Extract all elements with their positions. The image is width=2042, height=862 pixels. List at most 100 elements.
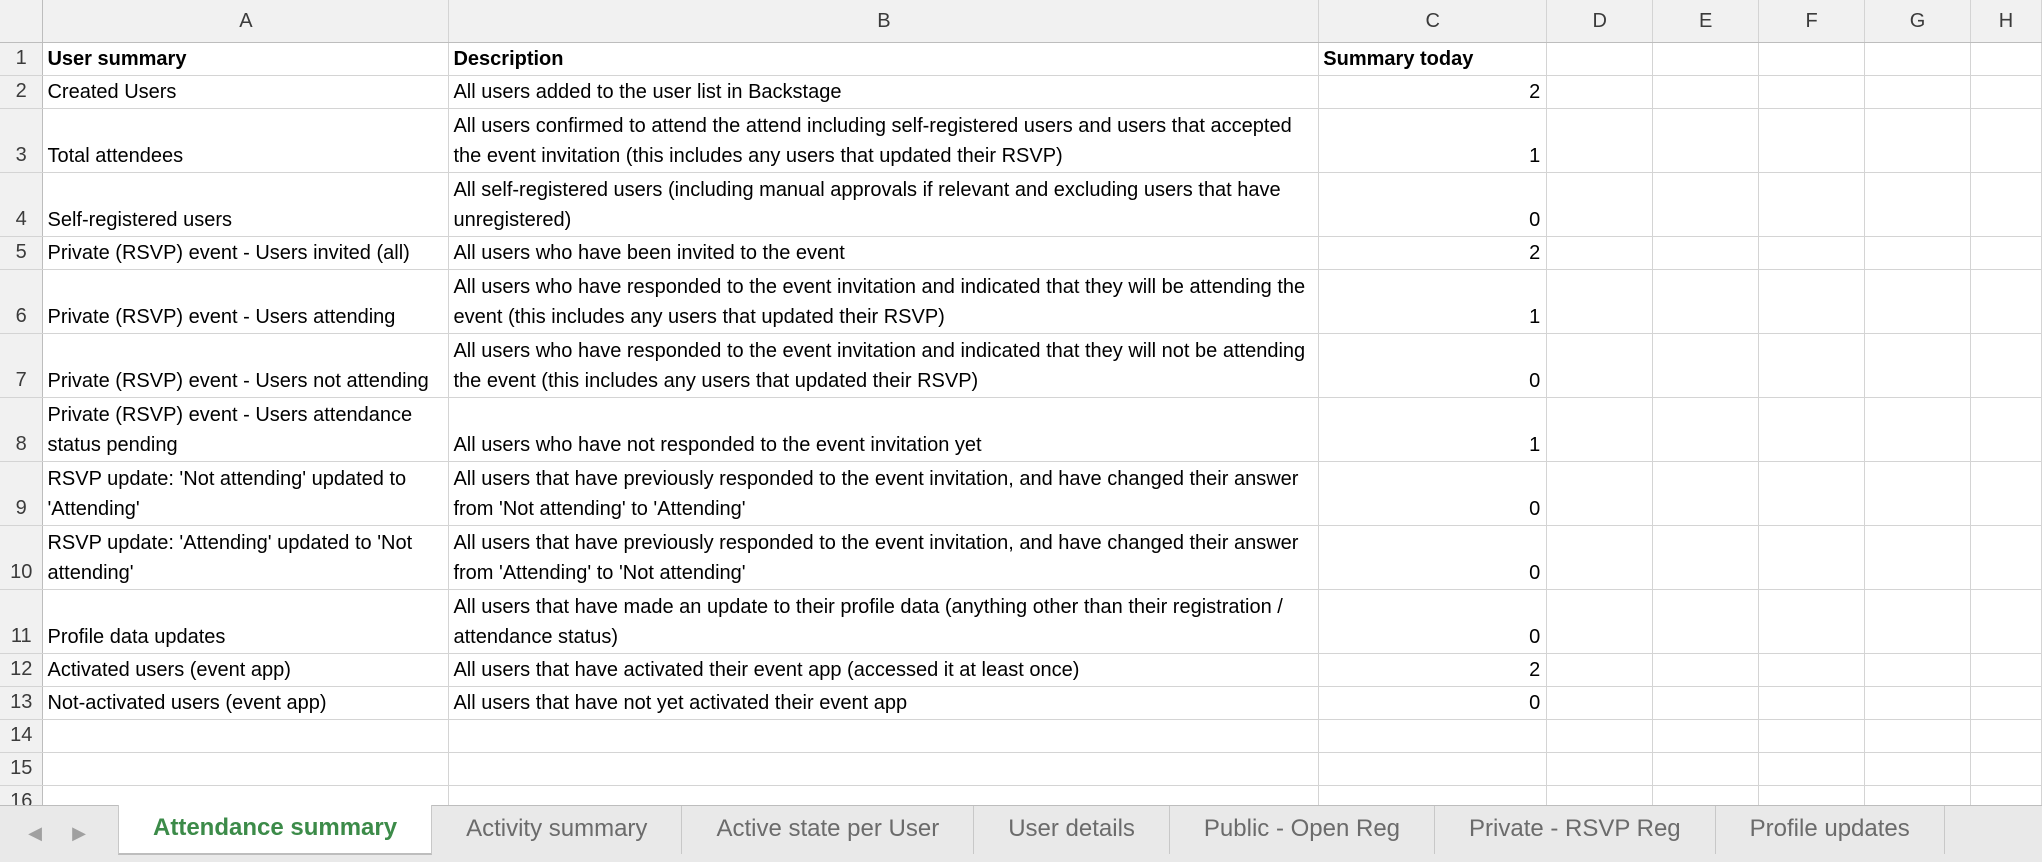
cell[interactable] xyxy=(1652,75,1760,109)
row-header[interactable]: 1 xyxy=(0,42,44,76)
tab-active-state-per-user[interactable]: Active state per User xyxy=(682,806,975,854)
cell[interactable]: All users that have not yet activated th… xyxy=(448,686,1320,720)
cell[interactable] xyxy=(1970,108,2042,173)
cell[interactable]: Self-registered users xyxy=(42,172,450,237)
cell[interactable]: Private (RSVP) event - Users not attendi… xyxy=(42,333,450,398)
row-header[interactable]: 5 xyxy=(0,236,44,270)
cell[interactable]: 0 xyxy=(1318,686,1548,720)
cell[interactable] xyxy=(1758,236,1866,270)
cell[interactable]: 0 xyxy=(1318,333,1548,398)
column-header-g[interactable]: G xyxy=(1864,0,1971,43)
cell[interactable] xyxy=(1758,108,1866,173)
cell[interactable]: Not-activated users (event app) xyxy=(42,686,450,720)
cell[interactable] xyxy=(1864,108,1971,173)
cell[interactable]: All users that have previously responded… xyxy=(448,461,1320,526)
tab-public-open-reg[interactable]: Public - Open Reg xyxy=(1170,806,1436,854)
cell[interactable] xyxy=(1546,333,1654,398)
column-header-h[interactable]: H xyxy=(1970,0,2042,43)
cell[interactable] xyxy=(1546,752,1654,786)
cell[interactable] xyxy=(1546,653,1654,687)
select-all-corner[interactable] xyxy=(0,0,44,43)
column-header-f[interactable]: F xyxy=(1758,0,1866,43)
cell[interactable] xyxy=(1546,397,1654,462)
cell[interactable] xyxy=(1758,269,1866,334)
cell[interactable] xyxy=(1546,75,1654,109)
cell[interactable] xyxy=(1652,269,1760,334)
chevron-right-icon[interactable]: ▶ xyxy=(66,820,92,846)
cell[interactable] xyxy=(1546,589,1654,654)
cell[interactable]: All self-registered users (including man… xyxy=(448,172,1320,237)
cell[interactable] xyxy=(1758,461,1866,526)
cell[interactable] xyxy=(1970,269,2042,334)
cell[interactable]: RSVP update: 'Not attending' updated to … xyxy=(42,461,450,526)
cell[interactable]: Created Users xyxy=(42,75,450,109)
cell[interactable]: Profile data updates xyxy=(42,589,450,654)
cell[interactable] xyxy=(1864,653,1971,687)
column-header-e[interactable]: E xyxy=(1652,0,1760,43)
cell[interactable]: 2 xyxy=(1318,236,1548,270)
cell[interactable] xyxy=(1970,653,2042,687)
cell[interactable]: 0 xyxy=(1318,461,1548,526)
cell[interactable] xyxy=(1546,525,1654,590)
cell[interactable] xyxy=(1864,397,1971,462)
cell[interactable]: 1 xyxy=(1318,397,1548,462)
cell[interactable] xyxy=(1864,686,1971,720)
cell[interactable] xyxy=(1864,461,1971,526)
cell[interactable] xyxy=(1970,686,2042,720)
tab-private-rsvp-reg[interactable]: Private - RSVP Reg xyxy=(1435,806,1716,854)
cell[interactable] xyxy=(1652,172,1760,237)
cell[interactable] xyxy=(1546,461,1654,526)
cell[interactable] xyxy=(1758,653,1866,687)
cell[interactable] xyxy=(1652,42,1760,76)
row-header[interactable]: 14 xyxy=(0,719,44,753)
row-header[interactable]: 13 xyxy=(0,686,44,720)
row-header[interactable]: 11 xyxy=(0,589,44,654)
tab-profile-updates[interactable]: Profile updates xyxy=(1716,806,1945,854)
cell[interactable] xyxy=(1758,397,1866,462)
cell[interactable] xyxy=(1758,525,1866,590)
tab-user-details[interactable]: User details xyxy=(974,806,1170,854)
cell[interactable]: 0 xyxy=(1318,525,1548,590)
cell[interactable]: Summary today xyxy=(1318,42,1548,76)
cell[interactable] xyxy=(42,719,450,753)
cell[interactable]: 0 xyxy=(1318,589,1548,654)
column-header-a[interactable]: A xyxy=(42,0,450,43)
cell[interactable] xyxy=(1864,752,1971,786)
cell[interactable] xyxy=(1546,719,1654,753)
row-header[interactable]: 15 xyxy=(0,752,44,786)
cell[interactable] xyxy=(1652,752,1760,786)
cell[interactable] xyxy=(1652,653,1760,687)
cell[interactable] xyxy=(1652,333,1760,398)
chevron-left-icon[interactable]: ◀ xyxy=(22,820,48,846)
row-header[interactable]: 8 xyxy=(0,397,44,462)
row-header[interactable]: 10 xyxy=(0,525,44,590)
cell[interactable] xyxy=(1758,42,1866,76)
cell[interactable] xyxy=(1546,236,1654,270)
cell[interactable] xyxy=(1318,752,1548,786)
cell[interactable] xyxy=(1970,752,2042,786)
cell[interactable] xyxy=(1652,589,1760,654)
cell[interactable]: 1 xyxy=(1318,108,1548,173)
cell[interactable] xyxy=(1970,589,2042,654)
cell[interactable] xyxy=(1318,719,1548,753)
cell[interactable] xyxy=(1970,719,2042,753)
cell[interactable] xyxy=(448,719,1320,753)
cell[interactable]: Private (RSVP) event - Users attending xyxy=(42,269,450,334)
column-header-b[interactable]: B xyxy=(448,0,1320,43)
cell[interactable] xyxy=(1758,333,1866,398)
cell[interactable]: Private (RSVP) event - Users attendance … xyxy=(42,397,450,462)
cell[interactable] xyxy=(1970,75,2042,109)
column-header-c[interactable]: C xyxy=(1318,0,1548,43)
tab-attendance-summary[interactable]: Attendance summary xyxy=(118,805,433,855)
cell[interactable] xyxy=(1758,172,1866,237)
cell[interactable]: User summary xyxy=(42,42,450,76)
cell[interactable] xyxy=(1546,172,1654,237)
cell[interactable] xyxy=(1758,75,1866,109)
row-header[interactable]: 4 xyxy=(0,172,44,237)
cell[interactable] xyxy=(1864,589,1971,654)
cell[interactable]: All users who have responded to the even… xyxy=(448,269,1320,334)
cell[interactable] xyxy=(1970,172,2042,237)
row-header[interactable]: 7 xyxy=(0,333,44,398)
row-header[interactable]: 3 xyxy=(0,108,44,173)
cell[interactable] xyxy=(1758,752,1866,786)
